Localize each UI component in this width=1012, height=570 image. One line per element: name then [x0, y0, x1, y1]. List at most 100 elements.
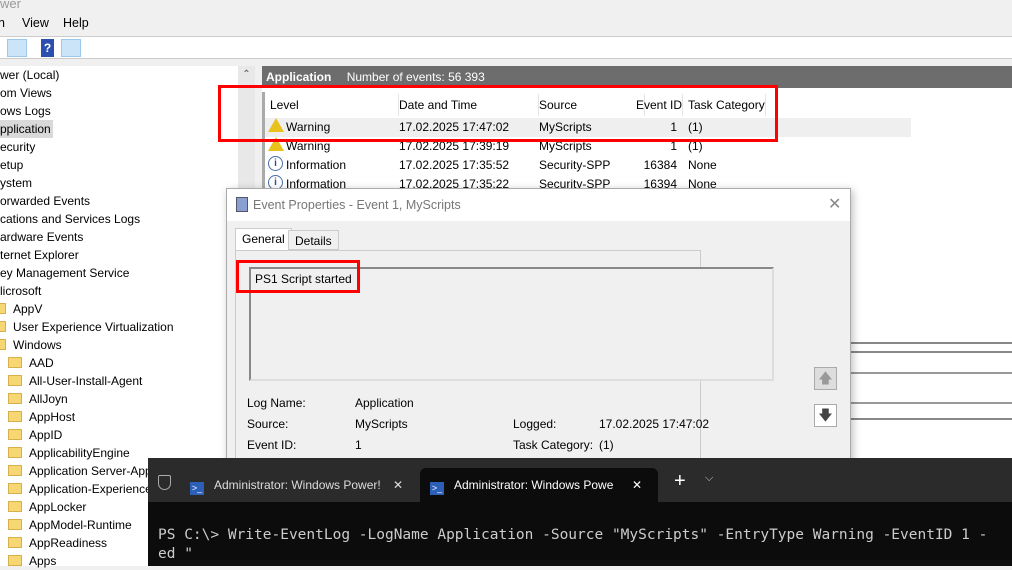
tree-item[interactable]: ystem	[0, 174, 32, 192]
tree-item-label: orwarded Events	[0, 194, 91, 208]
event-count: Number of events: 56 393	[346, 70, 485, 84]
highlight-box-message	[236, 260, 360, 293]
tree-item[interactable]: All-User-Install-Agent	[8, 372, 142, 390]
menu-help[interactable]: Help	[63, 16, 89, 30]
tree-item-label: ey Management Service	[0, 266, 130, 280]
tree-item-label: ardware Events	[0, 230, 84, 244]
tree-item[interactable]: cations and Services Logs	[0, 210, 140, 228]
level: Information	[286, 158, 347, 172]
folder-icon	[0, 303, 6, 314]
tree-item-label: cations and Services Logs	[0, 212, 141, 226]
folder-icon	[0, 321, 6, 332]
event-id-value: 1	[355, 438, 362, 452]
tab-general[interactable]: General	[235, 228, 292, 250]
tree-item[interactable]: AAD	[8, 354, 54, 372]
tree-item[interactable]: ApplicabilityEngine	[8, 444, 130, 462]
terminal-window: >_ Administrator: Windows Power! ✕ >_ Admin…	[148, 458, 1012, 566]
dialog-title: Event Properties - Event 1, MyScripts	[253, 198, 461, 212]
help-icon[interactable]: ?	[41, 39, 54, 57]
tree-item-label: Windows	[13, 338, 62, 352]
log-name-label: Log Name:	[247, 396, 306, 410]
shield-icon	[158, 475, 171, 490]
tree-item-label: om Views	[0, 86, 52, 100]
terminal-tab-2-active[interactable]: >_ Administrator: Windows Powe ✕	[420, 468, 658, 502]
tree-item-label: ApplicabilityEngine	[29, 446, 130, 460]
event-id-label: Event ID:	[247, 438, 297, 452]
folder-icon	[8, 501, 22, 512]
tree-item[interactable]: AppModel-Runtime	[8, 516, 132, 534]
tree-item[interactable]: om Views	[0, 84, 52, 102]
tree-item-label: etup	[0, 158, 24, 172]
tree-item[interactable]: wer (Local)	[0, 66, 59, 84]
tree-item[interactable]: Application-Experience	[8, 480, 152, 498]
tree-item-label: User Experience Virtualization	[13, 320, 174, 334]
folder-icon	[8, 375, 22, 386]
folder-icon	[8, 411, 22, 422]
close-tab-icon[interactable]: ✕	[632, 468, 642, 502]
tree-item-label: AllJoyn	[29, 392, 68, 406]
tree-item[interactable]: AppID	[8, 426, 62, 444]
tab-title: Administrator: Windows Power!	[214, 478, 381, 492]
tree-item-label: Application Server-App	[29, 464, 152, 478]
terminal-tab-bar: >_ Administrator: Windows Power! ✕ >_ Admin…	[148, 458, 1012, 502]
powershell-icon: >_	[430, 482, 444, 495]
close-icon[interactable]: ✕	[828, 189, 841, 221]
dialog-titlebar: Event Properties - Event 1, MyScripts ✕	[227, 189, 850, 221]
log-name-value: Application	[355, 396, 414, 410]
toolbar: ?	[0, 36, 1012, 59]
tree-item[interactable]: etup	[0, 156, 23, 174]
task-category: None	[688, 158, 717, 172]
event-log-icon	[236, 197, 248, 212]
menu-action[interactable]: n	[0, 16, 5, 30]
tree-item-label: ows Logs	[0, 104, 51, 118]
task-category-label: Task Category:	[513, 438, 594, 452]
tree-item[interactable]: orwarded Events	[0, 192, 90, 210]
tree-item[interactable]: AllJoyn	[8, 390, 68, 408]
folder-icon	[8, 447, 22, 458]
tree-item[interactable]: AppV	[0, 300, 42, 318]
tree-item-label: pplication	[0, 122, 51, 136]
tree-item[interactable]: Windows	[0, 336, 62, 354]
tree-item[interactable]: ey Management Service	[0, 264, 129, 282]
close-tab-icon[interactable]: ✕	[393, 468, 403, 502]
highlight-box-event-row	[218, 85, 778, 142]
tree-item[interactable]: ecurity	[0, 138, 35, 156]
tree-item[interactable]: User Experience Virtualization	[0, 318, 174, 336]
tree-item[interactable]: AppReadiness	[8, 534, 107, 552]
tab-details[interactable]: Details	[288, 230, 339, 250]
next-event-button[interactable]: 🡇	[814, 404, 837, 427]
folder-icon	[8, 483, 22, 494]
tree-item[interactable]: AppLocker	[8, 498, 86, 516]
tree-item[interactable]: licrosoft	[0, 282, 41, 300]
previous-event-button[interactable]: 🡅	[814, 367, 837, 390]
folder-icon	[8, 537, 22, 548]
tree-item[interactable]: Application Server-App	[8, 462, 152, 480]
terminal-line[interactable]: ed "	[158, 546, 193, 562]
show-hide-tree-icon[interactable]	[7, 39, 27, 57]
folder-icon	[8, 357, 22, 368]
tree-item-label: AppHost	[29, 410, 76, 424]
new-tab-button[interactable]: +	[674, 470, 686, 493]
tree-item[interactable]: Apps	[8, 552, 56, 570]
tree-item-label: ecurity	[0, 140, 36, 154]
task-category-value: (1)	[599, 438, 614, 452]
table-row[interactable]: i Information 17.02.2025 17:35:52 Security-…	[265, 156, 911, 175]
tree-item-label: AppV	[13, 302, 43, 316]
tree-item-label: wer (Local)	[0, 68, 60, 82]
logged-value: 17.02.2025 17:47:02	[599, 417, 710, 431]
tree-item-label: AppModel-Runtime	[29, 518, 132, 532]
tree-item[interactable]: ardware Events	[0, 228, 83, 246]
tab-title: Administrator: Windows Powe	[454, 478, 614, 492]
terminal-tab-1[interactable]: >_ Administrator: Windows Power! ✕	[190, 468, 410, 502]
tree-item[interactable]: ternet Explorer	[0, 246, 79, 264]
tree-item[interactable]: AppHost	[8, 408, 75, 426]
menu-view[interactable]: View	[22, 16, 49, 30]
tree-item[interactable]: pplication	[0, 120, 53, 138]
tree-item-label: AppID	[29, 428, 63, 442]
window-title: wer	[0, 0, 21, 11]
terminal-line[interactable]: PS C:\> Write-EventLog -LogName Applicat…	[158, 527, 987, 543]
tree-item[interactable]: ows Logs	[0, 102, 51, 120]
show-hide-action-pane-icon[interactable]	[61, 39, 81, 57]
tab-dropdown-icon[interactable]: ⌵	[705, 472, 713, 485]
source-label: Source:	[247, 417, 289, 431]
